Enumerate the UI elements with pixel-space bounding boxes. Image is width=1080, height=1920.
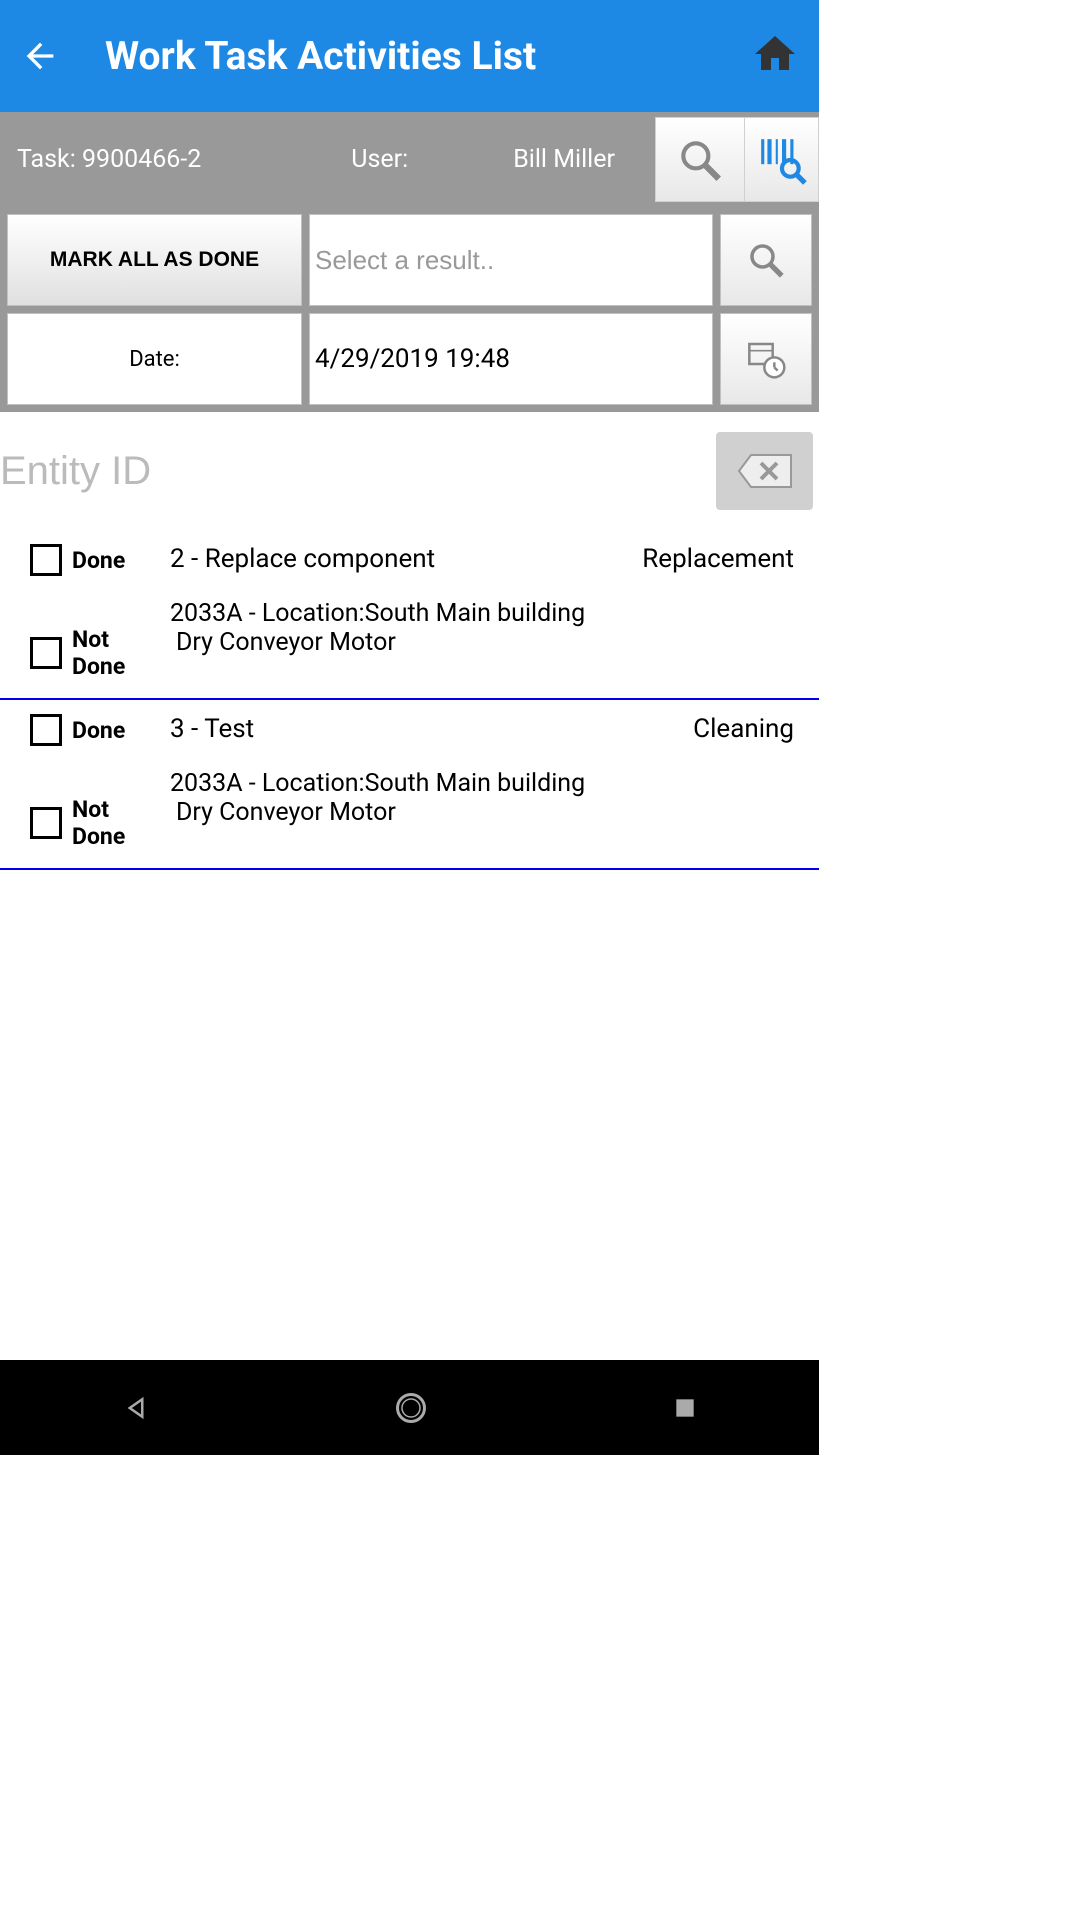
magnifier-icon — [675, 135, 725, 185]
square-recent-icon — [672, 1395, 698, 1421]
result-input-container — [309, 214, 713, 306]
date-label: Date: — [7, 313, 302, 405]
activity-content: 2 - Replace component Replacement 2033A … — [160, 544, 794, 680]
done-checkbox-group: Done — [30, 714, 160, 746]
done-checkbox[interactable] — [30, 544, 62, 576]
date-value: 4/29/2019 19:48 — [309, 313, 713, 405]
controls-section: MARK ALL AS DONE Date: 4/29/2019 19:48 — [0, 207, 819, 412]
user-label: User: — [351, 145, 408, 174]
magnifier-icon — [745, 239, 787, 281]
entity-filter-row — [0, 412, 819, 530]
not-done-label: Not Done — [72, 796, 160, 850]
not-done-checkbox[interactable] — [30, 807, 62, 839]
home-icon — [751, 30, 799, 78]
task-id-label: Task: 9900466-2 — [17, 145, 201, 174]
android-nav-bar — [0, 1360, 819, 1455]
activity-title: 2 - Replace component — [170, 544, 435, 574]
not-done-checkbox[interactable] — [30, 637, 62, 669]
activity-equipment: Dry Conveyor Motor — [170, 628, 794, 657]
controls-row-1: MARK ALL AS DONE — [7, 214, 812, 306]
app-header: Work Task Activities List — [0, 0, 819, 112]
home-button[interactable] — [751, 30, 799, 82]
task-info-bar: Task: 9900466-2 User: Bill Miller — [0, 112, 819, 207]
activity-title-row: 3 - Test Cleaning — [170, 714, 794, 744]
not-done-label: Not Done — [72, 626, 160, 680]
done-checkbox-group: Done — [30, 544, 160, 576]
mark-all-done-button[interactable]: MARK ALL AS DONE — [7, 214, 302, 306]
triangle-back-icon — [121, 1393, 151, 1423]
back-button[interactable] — [15, 36, 65, 76]
barcode-search-icon — [757, 135, 807, 185]
activity-equipment: Dry Conveyor Motor — [170, 798, 794, 827]
checkbox-column: Done Not Done — [30, 544, 160, 680]
user-info: User: Bill Miller — [351, 145, 615, 174]
entity-id-input[interactable] — [0, 449, 716, 494]
search-user-button[interactable] — [655, 117, 745, 202]
calendar-button[interactable] — [720, 313, 812, 405]
done-checkbox[interactable] — [30, 714, 62, 746]
activity-item[interactable]: Done Not Done 3 - Test Cleaning 2033A - … — [0, 700, 819, 870]
activity-tag: Replacement — [642, 544, 794, 574]
controls-row-2: Date: 4/29/2019 19:48 — [7, 313, 812, 405]
activity-content: 3 - Test Cleaning 2033A - Location:South… — [160, 714, 794, 850]
clear-entity-button[interactable] — [716, 432, 813, 510]
backspace-icon — [735, 451, 795, 491]
activity-location: 2033A - Location:South Main building — [170, 769, 794, 798]
user-name: Bill Miller — [513, 145, 615, 174]
activity-title-row: 2 - Replace component Replacement — [170, 544, 794, 574]
activity-title: 3 - Test — [170, 714, 254, 744]
nav-back-button[interactable] — [121, 1393, 151, 1423]
nav-recent-button[interactable] — [672, 1395, 698, 1421]
activity-item[interactable]: Done Not Done 2 - Replace component Repl… — [0, 530, 819, 700]
activity-tag: Cleaning — [693, 714, 794, 744]
back-arrow-icon — [20, 36, 60, 76]
done-label: Done — [72, 717, 125, 744]
page-title: Work Task Activities List — [105, 33, 536, 79]
not-done-checkbox-group: Not Done — [30, 626, 160, 680]
result-search-button[interactable] — [720, 214, 812, 306]
activity-location: 2033A - Location:South Main building — [170, 599, 794, 628]
activity-list: Done Not Done 2 - Replace component Repl… — [0, 530, 819, 870]
done-label: Done — [72, 547, 125, 574]
circle-home-icon — [393, 1390, 429, 1426]
nav-home-button[interactable] — [393, 1390, 429, 1426]
calendar-clock-icon — [746, 339, 786, 379]
not-done-checkbox-group: Not Done — [30, 796, 160, 850]
barcode-scan-button[interactable] — [744, 117, 819, 202]
checkbox-column: Done Not Done — [30, 714, 160, 850]
result-input[interactable] — [315, 245, 707, 276]
